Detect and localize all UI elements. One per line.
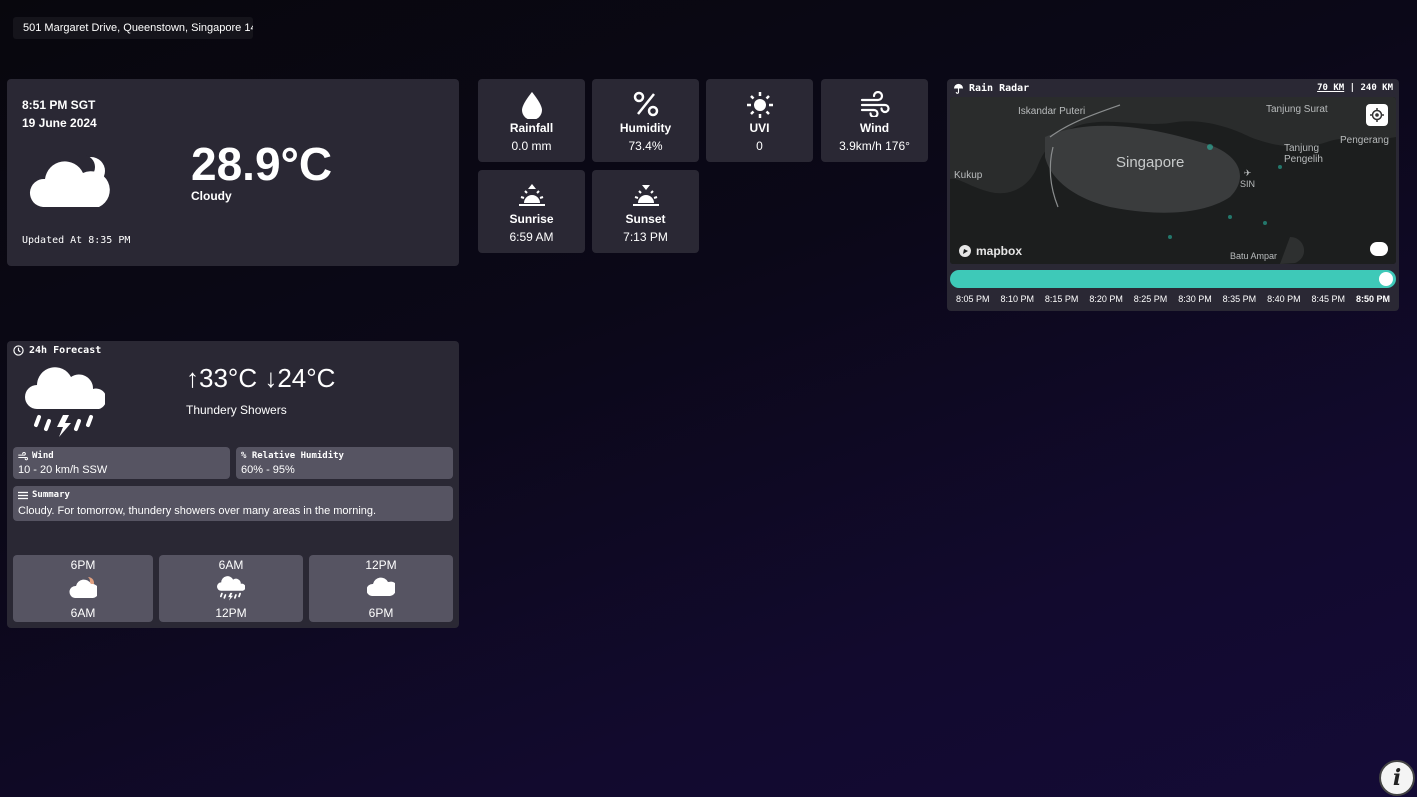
- forecast-humidity-heading: % Relative Humidity: [241, 451, 344, 461]
- wind-icon: [18, 451, 28, 460]
- time-label[interactable]: 8:45 PM: [1312, 294, 1346, 304]
- airport-icon: ✈: [1243, 168, 1252, 178]
- forecast-header: 24h Forecast: [13, 345, 101, 356]
- current-condition: Cloudy: [191, 189, 232, 203]
- uvi-value: 0: [756, 139, 763, 153]
- map-label-tanjung-surat: Tanjung Surat: [1266, 104, 1328, 115]
- radar-time-labels: 8:05 PM 8:10 PM 8:15 PM 8:20 PM 8:25 PM …: [950, 294, 1396, 304]
- forecast-period-1: 6PM 6AM: [13, 555, 153, 622]
- rainfall-label: Rainfall: [509, 121, 554, 135]
- period-start: 12PM: [365, 558, 397, 572]
- locate-button[interactable]: [1366, 104, 1388, 126]
- map-label-batu-ampar: Batu Ampar: [1230, 251, 1278, 261]
- sunrise-value: 6:59 AM: [509, 230, 554, 244]
- menu-icon: [18, 491, 28, 499]
- forecast-period-2: 6AM 12PM: [159, 555, 303, 622]
- sunrise-label: Sunrise: [509, 212, 554, 226]
- clock-icon: [13, 345, 24, 356]
- current-weather-card: 8:51 PM SGT 19 June 2024 28.9°C Cloudy U…: [7, 79, 459, 266]
- partly-cloudy-night-icon: [69, 576, 97, 598]
- period-start: 6AM: [218, 558, 244, 572]
- time-label[interactable]: 8:30 PM: [1178, 294, 1212, 304]
- rain-radar-card: Rain Radar 70 KM | 240 KM Iskandar Puter…: [947, 79, 1399, 311]
- time-label-active[interactable]: 8:50 PM: [1356, 294, 1390, 304]
- humidity-tile: Humidity 73.4%: [592, 79, 699, 162]
- sunrise-icon: [518, 184, 545, 206]
- time-label[interactable]: 8:10 PM: [1000, 294, 1034, 304]
- forecast-wind-card: Wind 10 - 20 km/h SSW: [13, 447, 230, 479]
- wind-icon: [860, 91, 890, 117]
- current-temperature: 28.9°C: [191, 138, 333, 190]
- time-label[interactable]: 8:20 PM: [1089, 294, 1123, 304]
- sunset-icon: [632, 185, 659, 206]
- map-label-sin: ✈ SIN: [1240, 168, 1256, 189]
- cloudy-night-icon: [29, 155, 110, 207]
- map-label-singapore: Singapore: [1116, 154, 1185, 171]
- rainfall-tile: Rainfall 0.0 mm: [478, 79, 585, 162]
- wind-label: Wind: [859, 121, 890, 135]
- crosshair-icon: [1370, 108, 1384, 122]
- thundery-showers-icon: [217, 576, 245, 601]
- period-start: 6PM: [70, 558, 96, 572]
- wind-tile: Wind 3.9km/h 176°: [821, 79, 928, 162]
- current-date: 19 June 2024: [22, 116, 97, 130]
- map-label-tanjung-pengelih: Tanjung Pengelih: [1284, 143, 1323, 165]
- sunrise-tile: Sunrise 6:59 AM: [478, 170, 585, 253]
- sunset-tile: Sunset 7:13 PM: [592, 170, 699, 253]
- map-label-kukup: Kukup: [954, 170, 983, 181]
- wind-value: 3.9km/h 176°: [839, 139, 910, 153]
- current-datetime: 8:51 PM SGT 19 June 2024: [22, 96, 97, 132]
- radar-map[interactable]: Iskandar Puteri Tanjung Surat Pengerang …: [950, 97, 1396, 264]
- percent-icon: [633, 91, 658, 117]
- radar-scale-toggle: 70 KM | 240 KM: [1317, 83, 1393, 93]
- time-label[interactable]: 8:25 PM: [1134, 294, 1168, 304]
- humidity-value: 73.4%: [628, 139, 663, 153]
- sunset-value: 7:13 PM: [623, 230, 668, 244]
- forecast-wind-heading: Wind: [18, 451, 54, 461]
- forecast-wind-value: 10 - 20 km/h SSW: [18, 464, 108, 476]
- forecast-summary-heading: Summary: [18, 490, 70, 500]
- umbrella-icon: [953, 83, 964, 94]
- time-label[interactable]: 8:15 PM: [1045, 294, 1079, 304]
- map-background: [950, 97, 1396, 264]
- rain-drop-icon: [521, 92, 542, 119]
- forecast-humidity-value: 60% - 95%: [241, 464, 295, 476]
- forecast-temperature-range: ↑33°C ↓24°C: [186, 363, 336, 393]
- mapbox-icon: [959, 245, 971, 257]
- scale-70km[interactable]: 70 KM: [1317, 83, 1344, 93]
- rainfall-value: 0.0 mm: [511, 139, 552, 153]
- period-end: 6PM: [368, 606, 394, 620]
- updated-time: Updated At 8:35 PM: [22, 235, 131, 246]
- period-end: 6AM: [70, 606, 96, 620]
- map-attribution-toggle[interactable]: [1370, 242, 1388, 256]
- forecast-summary-value: Cloudy. For tomorrow, thundery showers o…: [18, 505, 377, 517]
- uvi-label: UVI: [749, 121, 770, 135]
- thundery-showers-icon: [25, 367, 105, 437]
- sunset-label: Sunset: [625, 212, 666, 226]
- map-label-pengerang: Pengerang: [1340, 135, 1389, 146]
- period-end: 12PM: [215, 606, 247, 620]
- slider-knob[interactable]: [1379, 272, 1393, 286]
- info-button[interactable]: i: [1379, 760, 1415, 796]
- cloudy-icon: [367, 577, 395, 596]
- location-input[interactable]: 501 Margaret Drive, Queenstown, Singapor…: [13, 17, 253, 39]
- sun-icon: [746, 92, 773, 118]
- forecast-period-3: 12PM 6PM: [309, 555, 453, 622]
- scale-240km[interactable]: 240 KM: [1360, 83, 1393, 93]
- humidity-label: Humidity: [619, 121, 672, 135]
- forecast-card: 24h Forecast ↑33°C ↓24°C Thundery Shower…: [7, 341, 459, 628]
- time-label[interactable]: 8:35 PM: [1223, 294, 1257, 304]
- map-label-iskandar: Iskandar Puteri: [1018, 106, 1086, 117]
- current-time: 8:51 PM SGT: [22, 98, 96, 112]
- radar-time-slider[interactable]: [950, 270, 1396, 288]
- uvi-tile: UVI 0: [706, 79, 813, 162]
- forecast-condition: Thundery Showers: [186, 403, 287, 417]
- radar-title: Rain Radar: [953, 83, 1029, 94]
- forecast-humidity-card: % Relative Humidity 60% - 95%: [236, 447, 453, 479]
- forecast-summary-card: Summary Cloudy. For tomorrow, thundery s…: [13, 486, 453, 521]
- mapbox-logo[interactable]: mapbox: [958, 244, 1022, 258]
- time-label[interactable]: 8:40 PM: [1267, 294, 1301, 304]
- time-label[interactable]: 8:05 PM: [956, 294, 990, 304]
